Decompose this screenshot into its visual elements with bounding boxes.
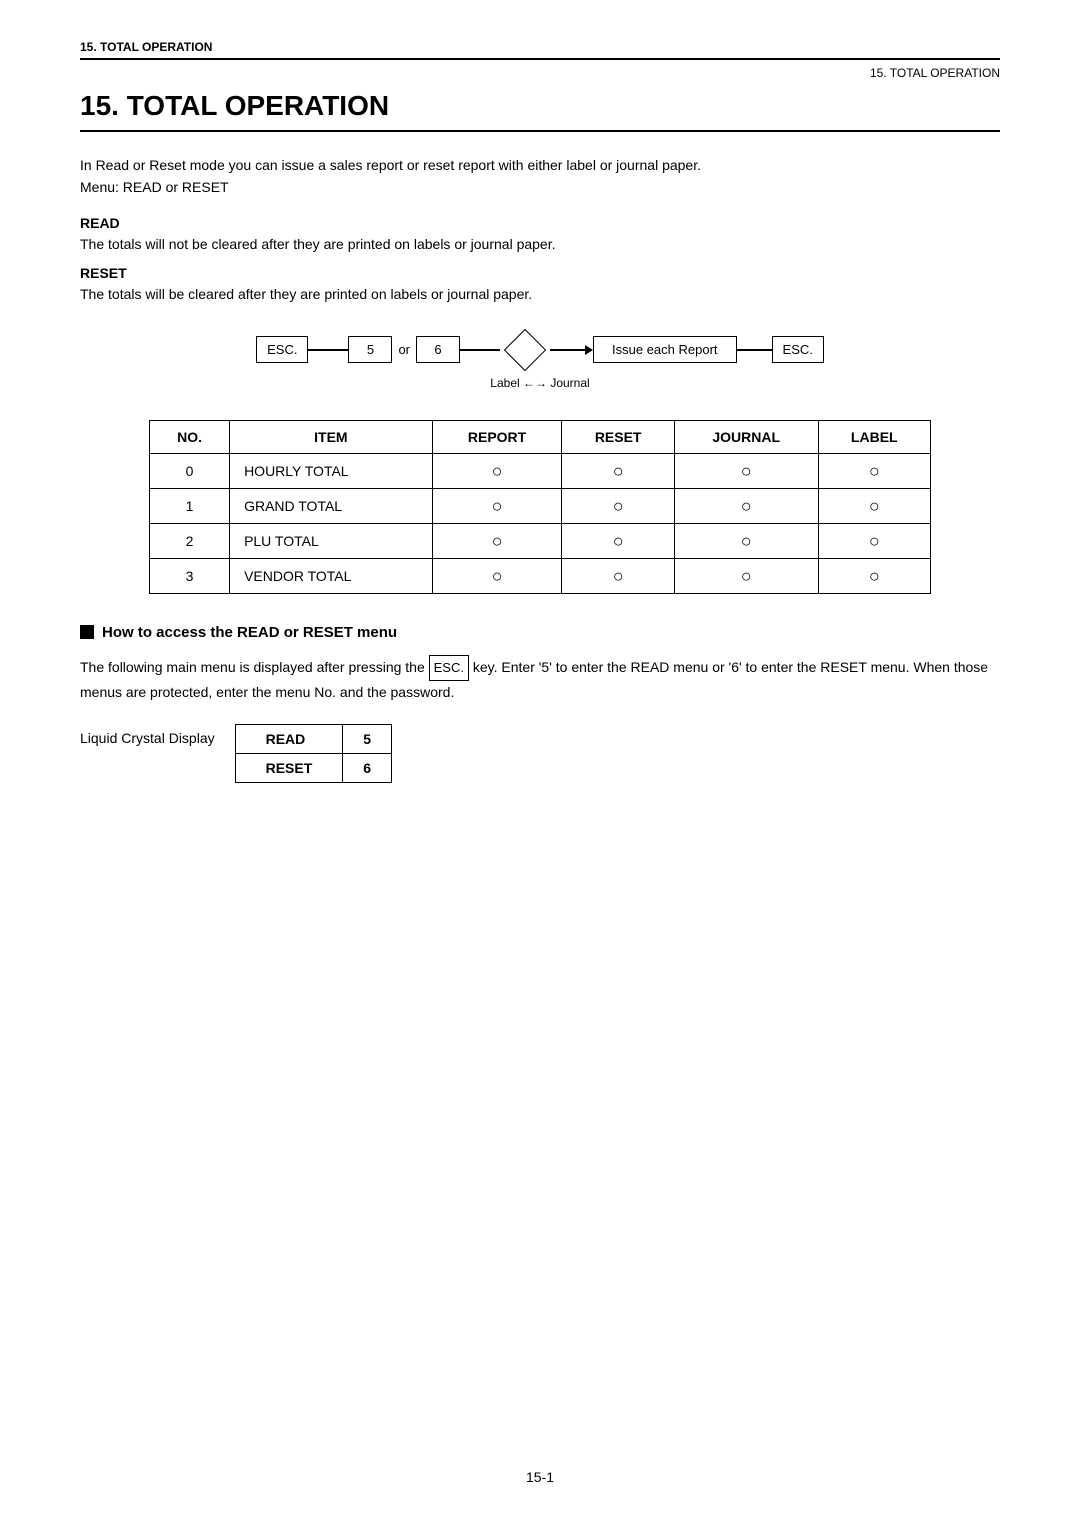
intro-text: In Read or Reset mode you can issue a sa… (80, 154, 1000, 199)
lcd-wrapper: Liquid Crystal Display READ 5 RESET 6 (80, 724, 1000, 783)
row3-item: VENDOR TOTAL (230, 558, 433, 593)
lcd-reset-label: RESET (235, 754, 343, 783)
col-label: LABEL (818, 420, 930, 453)
col-no: No. (150, 420, 230, 453)
lcd-read-num: 5 (343, 725, 392, 754)
flow-report: Issue each Report (593, 336, 737, 363)
row3-reset: ○ (562, 558, 674, 593)
read-text: The totals will not be cleared after the… (80, 233, 1000, 255)
row0-report: ○ (432, 453, 562, 488)
row3-report: ○ (432, 558, 562, 593)
row0-item: HOURLY TOTAL (230, 453, 433, 488)
col-reset: RESET (562, 420, 674, 453)
row0-reset: ○ (562, 453, 674, 488)
lcd-label: Liquid Crystal Display (80, 724, 215, 746)
row3-journal: ○ (674, 558, 818, 593)
row1-journal: ○ (674, 488, 818, 523)
data-table: No. ITEM REPORT RESET JOURNAL LABEL 0 HO… (149, 420, 931, 594)
row0-label: ○ (818, 453, 930, 488)
reset-label: RESET (80, 265, 1000, 281)
page-number: 15-1 (526, 1469, 554, 1485)
esc-key-inline: ESC. (429, 655, 469, 681)
black-square-icon (80, 625, 94, 639)
row1-item: GRAND TOTAL (230, 488, 433, 523)
col-journal: JOURNAL (674, 420, 818, 453)
row3-no: 3 (150, 558, 230, 593)
page: 15. TOTAL OPERATION 15. TOTAL OPERATION … (0, 0, 1080, 1525)
row2-journal: ○ (674, 523, 818, 558)
flow-esc2: ESC. (772, 336, 824, 363)
top-header: 15. TOTAL OPERATION (80, 40, 1000, 54)
row2-label: ○ (818, 523, 930, 558)
flow-sub-label: Label ←→ Journal (490, 376, 589, 390)
row2-reset: ○ (562, 523, 674, 558)
row0-journal: ○ (674, 453, 818, 488)
row0-no: 0 (150, 453, 230, 488)
col-item: ITEM (230, 420, 433, 453)
chapter-title: 15. TOTAL OPERATION (80, 90, 1000, 132)
table-row: 0 HOURLY TOTAL ○ ○ ○ ○ (150, 453, 931, 488)
reset-text: The totals will be cleared after they ar… (80, 283, 1000, 305)
table-row: 3 VENDOR TOTAL ○ ○ ○ ○ (150, 558, 931, 593)
row1-report: ○ (432, 488, 562, 523)
flow-or: or (398, 342, 410, 357)
how-to-text: The following main menu is displayed aft… (80, 655, 1000, 705)
lcd-row-read: READ 5 (235, 725, 391, 754)
lcd-row-reset: RESET 6 (235, 754, 391, 783)
flow-esc1: ESC. (256, 336, 308, 363)
table-body: 0 HOURLY TOTAL ○ ○ ○ ○ 1 GRAND TOTAL ○ ○… (150, 453, 931, 593)
table-row: 1 GRAND TOTAL ○ ○ ○ ○ (150, 488, 931, 523)
flow-num6: 6 (416, 336, 460, 363)
right-header: 15. TOTAL OPERATION (80, 66, 1000, 80)
col-report: REPORT (432, 420, 562, 453)
row2-report: ○ (432, 523, 562, 558)
lcd-table: READ 5 RESET 6 (235, 724, 392, 783)
row1-label: ○ (818, 488, 930, 523)
how-to-heading: How to access the READ or RESET menu (80, 624, 1000, 641)
flow-diamond (500, 330, 550, 370)
row1-no: 1 (150, 488, 230, 523)
table-row: 2 PLU TOTAL ○ ○ ○ ○ (150, 523, 931, 558)
lcd-read-label: READ (235, 725, 343, 754)
row3-label: ○ (818, 558, 930, 593)
top-rule (80, 58, 1000, 60)
table-header: No. ITEM REPORT RESET JOURNAL LABEL (150, 420, 931, 453)
flow-diagram: ESC. 5 or 6 Issue e (80, 330, 1000, 390)
row1-reset: ○ (562, 488, 674, 523)
lcd-reset-num: 6 (343, 754, 392, 783)
row2-no: 2 (150, 523, 230, 558)
row2-item: PLU TOTAL (230, 523, 433, 558)
flow-num5: 5 (348, 336, 392, 363)
read-label: READ (80, 215, 1000, 231)
